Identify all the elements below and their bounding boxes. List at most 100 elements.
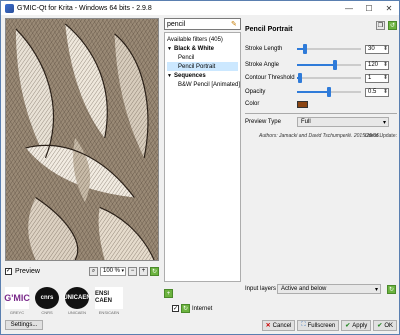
- refresh-preview-icon[interactable]: ↻: [150, 266, 159, 276]
- pencil-portrait-preview-art: [6, 19, 158, 260]
- clear-search-icon[interactable]: ✎: [231, 21, 238, 28]
- param-label: Stroke Angle: [245, 62, 280, 68]
- gmic-logo-caption: GREYC: [9, 310, 25, 315]
- tree-category-label: Sequences: [174, 72, 206, 79]
- ok-button-label: OK: [384, 322, 393, 329]
- slider-fill: [297, 91, 329, 93]
- tree-category-black-white[interactable]: ▼ Black & White: [167, 44, 238, 53]
- slider-handle[interactable]: [298, 73, 303, 83]
- expand-arrow-icon[interactable]: ▼: [167, 73, 174, 79]
- gmic-logo: G'MIC GREYC: [4, 287, 30, 315]
- ensicaen-logo-mark: ENSI CAEN: [95, 287, 123, 309]
- stroke-angle-slider[interactable]: [297, 60, 361, 70]
- apply-icon: ✔: [345, 323, 351, 329]
- tree-filter-bw-pencil-animated[interactable]: B&W Pencil [Animated]: [167, 80, 241, 89]
- preview-toolbar: ✓ Preview ⌕ 100 % − + ↻: [5, 265, 159, 277]
- tree-category-sequences[interactable]: ▼ Sequences: [167, 71, 238, 80]
- filter-search-text: pencil: [167, 20, 186, 28]
- stroke-angle-spinbox[interactable]: 120: [365, 60, 389, 70]
- preview-type-select[interactable]: Full: [297, 117, 389, 127]
- param-opacity: Opacity 0.5: [245, 87, 397, 97]
- filter-name-title: Pencil Portrait: [245, 26, 293, 33]
- stroke-length-spinbox[interactable]: 30: [365, 44, 389, 54]
- preview-image[interactable]: [5, 18, 159, 261]
- preview-checkbox[interactable]: ✓: [5, 267, 12, 275]
- input-layers-refresh-icon[interactable]: ↻: [387, 284, 396, 294]
- expand-arrow-icon[interactable]: ▼: [167, 46, 174, 52]
- contour-threshold-slider[interactable]: [297, 73, 361, 83]
- settings-button[interactable]: Settings...: [5, 320, 43, 330]
- latest-update: Latest Update:: [364, 133, 397, 139]
- tree-filter-label: B&W Pencil [Animated]: [178, 81, 241, 88]
- filter-search-input[interactable]: pencil ✎: [164, 18, 241, 30]
- param-preview-type: Preview Type Full: [245, 117, 397, 127]
- fullscreen-button[interactable]: ⛶ Fullscreen: [297, 320, 340, 331]
- cnrs-logo: cnrs CNRS: [35, 287, 59, 315]
- cnrs-logo-caption: CNRS: [41, 310, 53, 315]
- filter-parameters: Pencil Portrait ❐ ↺ Stroke Length 30 Str…: [245, 18, 397, 258]
- param-label: Contour Threshold: [245, 75, 295, 81]
- slider-handle[interactable]: [327, 87, 331, 97]
- param-label: Opacity: [245, 89, 266, 95]
- logos-strip: G'MIC GREYC cnrs CNRS UNICAEN UNICAEN EN…: [4, 283, 161, 315]
- param-label: Color: [245, 101, 260, 107]
- apply-button[interactable]: ✔ Apply: [341, 320, 372, 331]
- filter-tools: +: [164, 289, 173, 298]
- gmic-app-icon: [5, 3, 14, 13]
- title-bar[interactable]: G'MIC-Qt for Krita - Windows 64 bits - 2…: [1, 1, 399, 15]
- zoom-out-icon[interactable]: −: [128, 266, 137, 276]
- internet-toggle[interactable]: ✓ ↻ Internet: [172, 304, 212, 313]
- input-layers-row: Input layers Active and below ↻: [245, 283, 397, 295]
- add-favorite-icon[interactable]: +: [164, 289, 173, 298]
- cancel-button[interactable]: ✕ Cancel: [261, 320, 296, 331]
- unicaen-logo-mark: UNICAEN: [63, 287, 91, 309]
- input-layers-label: Input layers: [245, 286, 277, 292]
- param-contour-threshold: Contour Threshold 1: [245, 73, 397, 83]
- zoom-fit-icon[interactable]: ⌕: [89, 266, 98, 276]
- tree-filter-pencil-portrait[interactable]: Pencil Portrait: [167, 62, 238, 71]
- reset-params-icon[interactable]: ↺: [388, 21, 397, 30]
- input-layers-select[interactable]: Active and below: [277, 284, 381, 294]
- tree-filter-label: Pencil: [178, 54, 195, 61]
- cancel-button-label: Cancel: [272, 322, 292, 329]
- copy-command-icon[interactable]: ❐: [376, 21, 385, 30]
- slider-handle[interactable]: [333, 60, 338, 70]
- fullscreen-button-label: Fullscreen: [307, 322, 336, 329]
- contour-threshold-spinbox[interactable]: 1: [365, 73, 389, 83]
- cancel-icon: ✕: [265, 323, 271, 329]
- opacity-spinbox[interactable]: 0.5: [365, 87, 389, 97]
- filter-panel: pencil ✎ Available filters (405) ▼ Black…: [164, 18, 241, 313]
- cnrs-logo-mark: cnrs: [35, 287, 59, 309]
- param-label: Preview Type: [245, 119, 281, 125]
- unicaen-logo-caption: UNICAEN: [67, 310, 86, 315]
- tree-filter-pencil[interactable]: Pencil: [167, 53, 238, 62]
- internet-checkbox[interactable]: ✓: [172, 305, 179, 312]
- zoom-in-icon[interactable]: +: [139, 266, 148, 276]
- zoom-select[interactable]: 100 %: [100, 266, 126, 276]
- internet-label: Internet: [192, 305, 213, 312]
- main-window: G'MIC-Qt for Krita - Windows 64 bits - 2…: [0, 0, 400, 335]
- zoom-controls: ⌕ 100 % − + ↻: [89, 266, 159, 276]
- ok-button[interactable]: ✔ OK: [373, 320, 397, 331]
- filter-tree[interactable]: Available filters (405) ▼ Black & White …: [164, 32, 241, 282]
- opacity-slider[interactable]: [297, 87, 361, 97]
- param-stroke-angle: Stroke Angle 120: [245, 60, 397, 70]
- apply-button-label: Apply: [352, 322, 368, 329]
- params-separator: [245, 113, 397, 114]
- params-top-icons: ❐ ↺: [376, 21, 397, 30]
- close-button[interactable]: ✕: [379, 1, 399, 15]
- param-stroke-length: Stroke Length 30: [245, 44, 397, 54]
- slider-handle[interactable]: [302, 44, 307, 54]
- minimize-button[interactable]: —: [339, 1, 359, 15]
- tree-category-label: Black & White: [174, 45, 215, 52]
- maximize-button[interactable]: ☐: [359, 1, 379, 15]
- slider-fill: [297, 64, 336, 66]
- ok-icon: ✔: [377, 323, 383, 329]
- update-filters-icon[interactable]: ↻: [181, 304, 190, 313]
- dialog-buttons: ✕ Cancel ⛶ Fullscreen ✔ Apply ✔ OK: [231, 320, 397, 331]
- stroke-length-slider[interactable]: [297, 44, 361, 54]
- fullscreen-icon: ⛶: [301, 322, 306, 328]
- ensicaen-logo: ENSI CAEN ENSICAEN: [95, 287, 123, 315]
- color-swatch-button[interactable]: [297, 100, 308, 108]
- param-label: Stroke Length: [245, 46, 283, 52]
